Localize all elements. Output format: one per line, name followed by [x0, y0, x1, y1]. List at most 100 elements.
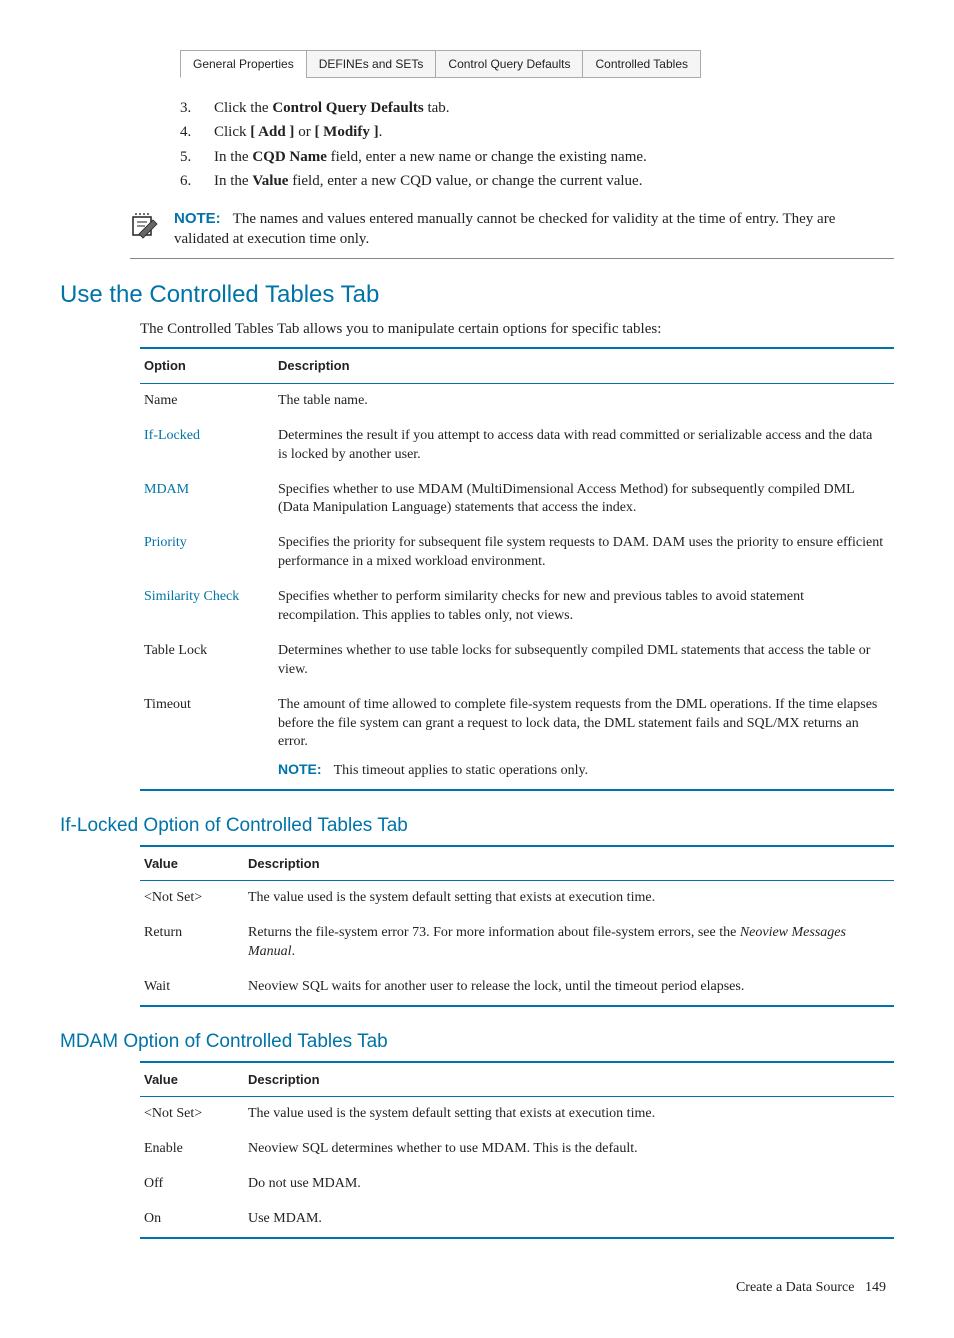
step-text: Click [ Add ] or [ Modify ].: [214, 122, 382, 142]
footer-title: Create a Data Source: [736, 1280, 855, 1295]
step-post: .: [379, 124, 383, 140]
val-desc: Neoview SQL waits for another user to re…: [244, 970, 894, 1006]
step-pre: Click the: [214, 100, 272, 116]
step-post: tab.: [424, 100, 450, 116]
step-pre: In the: [214, 173, 252, 189]
step-5: 5. In the CQD Name field, enter a new na…: [180, 147, 894, 167]
step-bold: Value: [252, 173, 288, 189]
val-enable: Enable: [140, 1132, 244, 1167]
step-6: 6. In the Value field, enter a new CQD v…: [180, 171, 894, 191]
desc-post: .: [292, 944, 296, 959]
step-bold: CQD Name: [252, 149, 327, 165]
opt-table-lock: Table Lock: [140, 634, 274, 688]
val-return: Return: [140, 916, 244, 970]
val-notset: <Not Set>: [140, 881, 244, 916]
opt-desc: The table name.: [274, 383, 894, 418]
opt-mdam[interactable]: MDAM: [140, 473, 274, 527]
options-table: Option Description Name The table name. …: [140, 347, 894, 791]
desc-pre: Returns the file-system error 73. For mo…: [248, 925, 740, 940]
step-pre: In the: [214, 149, 252, 165]
step-mid: or: [294, 124, 314, 140]
table-row: On Use MDAM.: [140, 1202, 894, 1238]
page-footer: Create a Data Source 149: [60, 1279, 894, 1298]
val-desc: Do not use MDAM.: [244, 1167, 894, 1202]
opt-desc: The amount of time allowed to complete f…: [274, 688, 894, 791]
mdam-table: Value Description <Not Set> The value us…: [140, 1061, 894, 1239]
opt-desc-text: The amount of time allowed to complete f…: [278, 697, 877, 750]
tabbar: General Properties DEFINEs and SETs Cont…: [180, 50, 701, 78]
steps-list: 3. Click the Control Query Defaults tab.…: [180, 98, 894, 191]
opt-priority[interactable]: Priority: [140, 526, 274, 580]
tabs-figure: General Properties DEFINEs and SETs Cont…: [180, 50, 894, 78]
col-description: Description: [244, 846, 894, 881]
tab-control-query-defaults[interactable]: Control Query Defaults: [435, 50, 582, 78]
col-value: Value: [140, 1062, 244, 1097]
inline-note-label: NOTE:: [278, 760, 322, 779]
table-row: MDAM Specifies whether to use MDAM (Mult…: [140, 473, 894, 527]
table-row: Return Returns the file-system error 73.…: [140, 916, 894, 970]
iflocked-table: Value Description <Not Set> The value us…: [140, 845, 894, 1007]
step-bold2: [ Modify ]: [314, 124, 378, 140]
val-off: Off: [140, 1167, 244, 1202]
step-3: 3. Click the Control Query Defaults tab.: [180, 98, 894, 118]
step-bold: [ Add ]: [250, 124, 294, 140]
tab-defines-sets[interactable]: DEFINEs and SETs: [306, 50, 436, 78]
val-desc: Returns the file-system error 73. For mo…: [244, 916, 894, 970]
step-4: 4. Click [ Add ] or [ Modify ].: [180, 122, 894, 142]
opt-desc: Determines the result if you attempt to …: [274, 419, 894, 473]
val-desc: Neoview SQL determines whether to use MD…: [244, 1132, 894, 1167]
col-value: Value: [140, 846, 244, 881]
val-desc: The value used is the system default set…: [244, 881, 894, 916]
col-option: Option: [140, 348, 274, 383]
val-on: On: [140, 1202, 244, 1238]
table-row: Timeout The amount of time allowed to co…: [140, 688, 894, 791]
val-wait: Wait: [140, 970, 244, 1006]
table-row: Name The table name.: [140, 383, 894, 418]
step-text: Click the Control Query Defaults tab.: [214, 98, 450, 118]
table-row: Off Do not use MDAM.: [140, 1167, 894, 1202]
note-icon: [130, 211, 158, 245]
table-row: Similarity Check Specifies whether to pe…: [140, 580, 894, 634]
table-row: If-Locked Determines the result if you a…: [140, 419, 894, 473]
note-text: The names and values entered manually ca…: [174, 211, 835, 247]
step-bold: Control Query Defaults: [272, 100, 423, 116]
table-row: <Not Set> The value used is the system d…: [140, 1097, 894, 1132]
note-label: NOTE:: [174, 210, 221, 227]
footer-page: 149: [865, 1280, 886, 1295]
heading-iflocked: If-Locked Option of Controlled Tables Ta…: [60, 813, 894, 839]
step-text: In the CQD Name field, enter a new name …: [214, 147, 647, 167]
step-number: 4.: [180, 122, 214, 142]
opt-desc: Specifies whether to use MDAM (MultiDime…: [274, 473, 894, 527]
opt-desc: Specifies the priority for subsequent fi…: [274, 526, 894, 580]
table-row: Enable Neoview SQL determines whether to…: [140, 1132, 894, 1167]
opt-timeout: Timeout: [140, 688, 274, 791]
note-text-container: NOTE:The names and values entered manual…: [174, 209, 894, 250]
table-row: Table Lock Determines whether to use tab…: [140, 634, 894, 688]
opt-iflocked[interactable]: If-Locked: [140, 419, 274, 473]
val-desc: The value used is the system default set…: [244, 1097, 894, 1132]
step-number: 3.: [180, 98, 214, 118]
step-pre: Click: [214, 124, 250, 140]
step-number: 6.: [180, 171, 214, 191]
col-description: Description: [244, 1062, 894, 1097]
note-block: NOTE:The names and values entered manual…: [130, 209, 894, 259]
heading-controlled-tables: Use the Controlled Tables Tab: [60, 279, 894, 311]
step-post: field, enter a new CQD value, or change …: [288, 173, 642, 189]
heading-mdam: MDAM Option of Controlled Tables Tab: [60, 1029, 894, 1055]
col-description: Description: [274, 348, 894, 383]
tab-general-properties[interactable]: General Properties: [180, 50, 306, 78]
tab-controlled-tables[interactable]: Controlled Tables: [582, 50, 700, 78]
val-desc: Use MDAM.: [244, 1202, 894, 1238]
step-text: In the Value field, enter a new CQD valu…: [214, 171, 642, 191]
val-notset: <Not Set>: [140, 1097, 244, 1132]
section-intro: The Controlled Tables Tab allows you to …: [140, 319, 894, 339]
opt-desc: Specifies whether to perform similarity …: [274, 580, 894, 634]
opt-desc: Determines whether to use table locks fo…: [274, 634, 894, 688]
opt-similarity-check[interactable]: Similarity Check: [140, 580, 274, 634]
step-number: 5.: [180, 147, 214, 167]
step-post: field, enter a new name or change the ex…: [327, 149, 647, 165]
table-row: Priority Specifies the priority for subs…: [140, 526, 894, 580]
table-row: Wait Neoview SQL waits for another user …: [140, 970, 894, 1006]
opt-name: Name: [140, 383, 274, 418]
inline-note-text: This timeout applies to static operation…: [334, 763, 589, 778]
